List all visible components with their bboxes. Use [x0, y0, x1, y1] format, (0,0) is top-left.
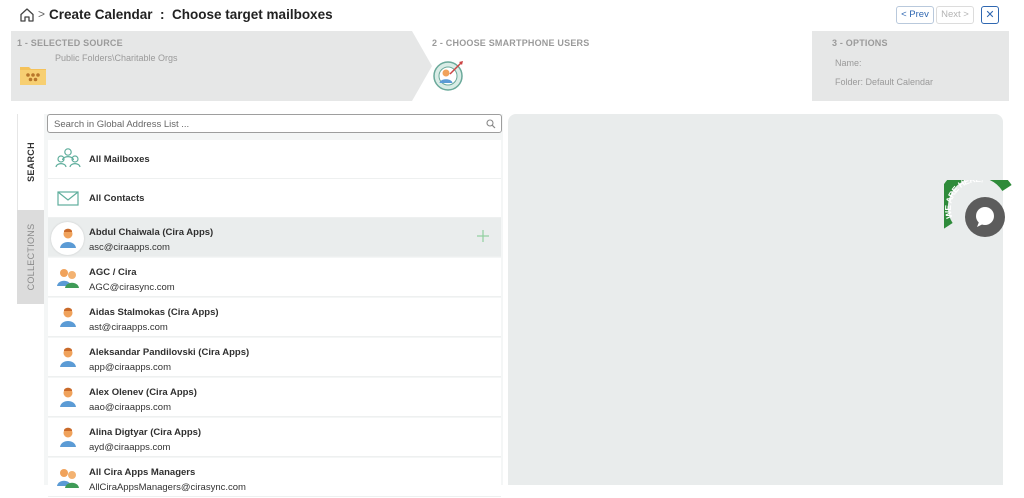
- list-item-all-contacts[interactable]: All Contacts: [48, 179, 501, 218]
- row-name: Aleksandar Pandilovski (Cira Apps): [89, 347, 250, 358]
- close-button[interactable]: ✕: [981, 6, 999, 24]
- plus-icon[interactable]: [477, 230, 489, 242]
- top-bar: > Create Calendar : Choose target mailbo…: [0, 0, 1024, 30]
- row-name: AGC / Cira: [89, 267, 137, 278]
- address-list-panel: All Mailboxes All Contacts Abdul Chaiwal…: [44, 114, 503, 497]
- row-name: Aidas Stalmokas (Cira Apps): [89, 307, 219, 318]
- envelope-icon: [57, 191, 79, 206]
- step-3-folder: Folder: Default Calendar: [835, 77, 934, 87]
- selected-users-panel: [508, 114, 1003, 485]
- next-button[interactable]: Next >: [936, 6, 974, 24]
- table-row[interactable]: Alex Olenev (Cira Apps) aao@ciraapps.com: [48, 378, 501, 417]
- list-item-all-mailboxes[interactable]: All Mailboxes: [48, 140, 501, 179]
- side-tabs: SEARCH COLLECTIONS: [17, 114, 44, 304]
- step-3-label: 3 - OPTIONS: [832, 38, 888, 48]
- home-icon[interactable]: [19, 7, 35, 23]
- target-user-icon: [433, 61, 463, 91]
- step-2-label: 2 - CHOOSE SMARTPHONE USERS: [432, 38, 590, 48]
- user-avatar-icon: [60, 347, 76, 367]
- search-box: [47, 114, 502, 133]
- user-avatar-icon: [60, 307, 76, 327]
- user-avatar-icon: [60, 387, 76, 407]
- row-email: app@ciraapps.com: [89, 362, 171, 373]
- step-3-name: Name:: [835, 58, 862, 68]
- table-row[interactable]: Aidas Stalmokas (Cira Apps) ast@ciraapps…: [48, 298, 501, 337]
- search-input[interactable]: [54, 117, 474, 131]
- list-item-label: All Mailboxes: [89, 154, 150, 165]
- row-name: Alina Digtyar (Cira Apps): [89, 427, 202, 438]
- row-email: AllCiraAppsManagers@cirasync.com: [89, 482, 246, 493]
- table-row[interactable]: AGC / Cira AGC@cirasync.com: [48, 258, 501, 297]
- row-name: All Cira Apps Managers: [89, 467, 196, 478]
- row-name: Abdul Chaiwala (Cira Apps): [89, 227, 214, 238]
- mailbox-list: All Mailboxes All Contacts Abdul Chaiwal…: [48, 140, 501, 498]
- table-row[interactable]: Abdul Chaiwala (Cira Apps) asc@ciraapps.…: [48, 218, 501, 257]
- user-avatar-icon: [60, 228, 76, 248]
- breadcrumb-separator: >: [38, 7, 46, 21]
- folder-people-icon: [20, 67, 46, 85]
- users-group-icon: [55, 148, 81, 168]
- row-email: AGC@cirasync.com: [89, 282, 175, 293]
- page-title: Create Calendar : Choose target mailboxe…: [49, 7, 333, 22]
- table-row[interactable]: All Cira Apps Managers AllCiraAppsManage…: [48, 458, 501, 497]
- user-group-avatar-icon: [57, 469, 79, 488]
- tab-collections-label: COLLECTIONS: [25, 223, 36, 291]
- wizard-steps: 1 - SELECTED SOURCE Public Folders\Chari…: [11, 31, 1009, 101]
- step-1-source: Public Folders\Charitable Orgs: [55, 53, 178, 63]
- table-row[interactable]: Aleksandar Pandilovski (Cira Apps) app@c…: [48, 338, 501, 377]
- row-email: aao@ciraapps.com: [89, 402, 171, 413]
- prev-button[interactable]: < Prev: [896, 6, 934, 24]
- list-item-label: All Contacts: [89, 193, 145, 204]
- row-email: ast@ciraapps.com: [89, 322, 168, 333]
- row-email: ayd@ciraapps.com: [89, 442, 171, 453]
- row-name: Alex Olenev (Cira Apps): [89, 387, 197, 398]
- step-1-label: 1 - SELECTED SOURCE: [17, 38, 123, 48]
- user-avatar-icon: [60, 427, 76, 447]
- chat-widget[interactable]: WE ARE HERE!: [944, 180, 1012, 240]
- table-row[interactable]: Alina Digtyar (Cira Apps) ayd@ciraapps.c…: [48, 418, 501, 457]
- search-icon[interactable]: [486, 119, 496, 129]
- tab-search[interactable]: SEARCH: [17, 114, 44, 210]
- tab-collections[interactable]: COLLECTIONS: [17, 210, 44, 304]
- row-email: asc@ciraapps.com: [89, 242, 170, 253]
- user-group-avatar-icon: [57, 269, 79, 288]
- tab-search-label: SEARCH: [26, 142, 36, 182]
